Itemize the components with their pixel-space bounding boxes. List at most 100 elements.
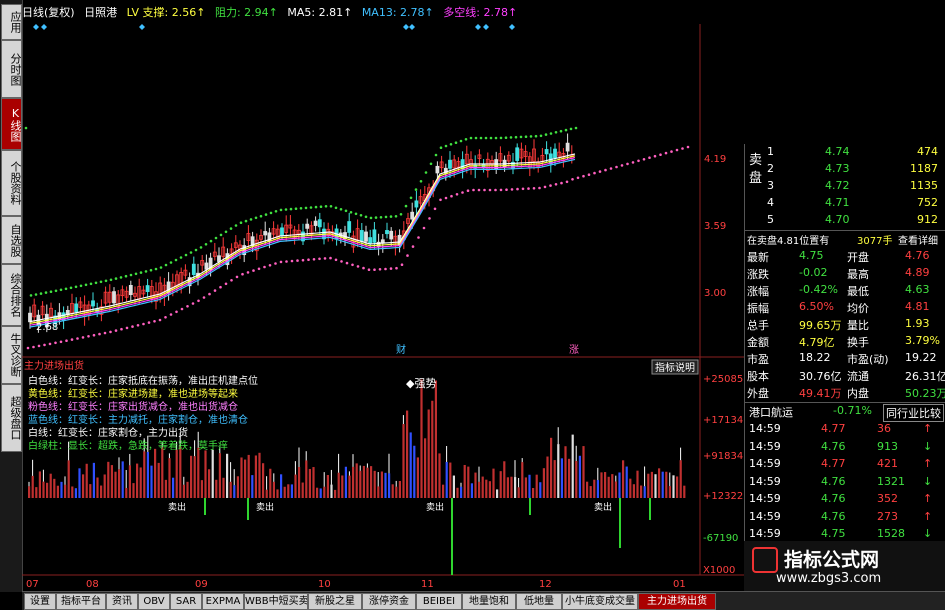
watermark-url: www.zbgs3.com <box>776 571 882 586</box>
indicator-bar <box>139 467 142 498</box>
support-dot <box>69 286 73 290</box>
indicator-tab[interactable]: 小牛底变成交量 <box>562 593 638 610</box>
price-dot <box>532 187 536 190</box>
sell-level-price: 4.72 <box>825 179 850 192</box>
trade-price: 4.76 <box>821 474 846 488</box>
indicator-bar <box>96 477 99 498</box>
indicator-bar <box>211 449 214 498</box>
indicator-bar <box>67 460 70 498</box>
indicator-bar <box>362 465 365 498</box>
price-dot <box>483 188 486 192</box>
indicator-bar <box>607 476 610 498</box>
stat-row: 外盘 49.41万 内盘 50.23万 <box>745 384 945 401</box>
order-info-volume: 3077手 <box>857 236 893 247</box>
indicator-bar <box>175 449 178 498</box>
price-dot <box>257 267 261 271</box>
indicator-bar <box>348 475 351 498</box>
sell-level-row[interactable]: 4 4.71 752 <box>745 195 945 212</box>
indicator-bar <box>107 461 110 498</box>
indicator-tab[interactable]: 指标平台 <box>56 593 106 610</box>
trade-row: 14:59 4.77 36 ↑ <box>745 421 945 438</box>
price-dot <box>686 145 690 149</box>
indicator-bar <box>118 469 121 498</box>
sell-level-row[interactable]: 2 4.73 1187 <box>745 161 945 178</box>
order-detail-link[interactable]: 查看详细 <box>898 232 938 247</box>
indicator-tab[interactable]: 资讯 <box>106 593 138 610</box>
indicator-explain-button[interactable]: 指标说明 <box>651 359 699 375</box>
sell-level-row[interactable]: 5 4.70 912 <box>745 212 945 229</box>
price-dot <box>395 266 398 270</box>
legend-line: 蓝色线：红变长：主力减托，庄家割仓，准也清仓 <box>28 413 248 426</box>
indicator-bar <box>488 481 491 498</box>
sell-signal-label: 卖出 <box>594 501 612 513</box>
candle-body <box>414 200 419 208</box>
price-dot <box>224 282 228 286</box>
price-dot <box>637 159 640 163</box>
stat-value: 4.81 <box>905 300 930 313</box>
stat-label: 内盘 <box>847 387 869 400</box>
indicator-bar <box>110 465 113 498</box>
indicator-bar <box>604 472 607 498</box>
trade-time: 14:59 <box>749 439 781 453</box>
price-dot <box>268 264 272 267</box>
trade-time: 14:59 <box>749 474 781 488</box>
support-dot <box>144 270 148 273</box>
price-dot <box>81 336 85 339</box>
sell-signal-label: 卖出 <box>256 501 274 513</box>
indicator-bar <box>251 475 254 498</box>
sell-level-volume: 752 <box>917 196 938 209</box>
price-dot <box>323 257 327 260</box>
sell-level-row[interactable]: 1 4.74 474 <box>745 144 945 161</box>
trade-row: 14:59 4.76 1321 ↓ <box>745 474 945 491</box>
candle-body <box>565 142 570 152</box>
indicator-bar <box>78 468 81 498</box>
indicator-tab[interactable]: 设置 <box>24 593 56 610</box>
price-dot <box>87 335 90 338</box>
indicator-tab[interactable]: 低地量 <box>516 593 562 610</box>
indicator-tab[interactable]: OBV <box>138 593 170 610</box>
indicator-bar <box>427 409 430 498</box>
support-dot <box>534 134 538 138</box>
compare-industry-button[interactable]: 同行业比较 <box>883 404 944 422</box>
indicator-bar <box>593 479 596 498</box>
support-dot <box>264 213 268 216</box>
indicator-tab[interactable]: 新股之星 <box>308 593 362 610</box>
support-dot <box>489 136 493 140</box>
indicator-bar <box>456 487 459 498</box>
candle-body <box>515 147 520 161</box>
candle-body <box>28 312 32 323</box>
support-dot <box>189 251 193 254</box>
price-dot <box>648 156 651 159</box>
indicator-bar <box>334 489 337 498</box>
trade-time: 14:59 <box>749 527 781 540</box>
support-dot <box>444 144 448 148</box>
indicator-tab[interactable]: EXPMA <box>202 593 244 610</box>
support-dot <box>499 136 503 140</box>
candle-body <box>280 227 284 236</box>
indicator-bar <box>218 453 221 498</box>
indicator-tab[interactable]: WBB中短买卖 <box>244 593 308 610</box>
indicator-tab[interactable]: 涨停资金 <box>362 593 416 610</box>
sector-name[interactable]: 港口航运 <box>749 404 793 420</box>
price-dot <box>279 260 283 264</box>
indicator-tab[interactable]: 主力进场出货 <box>638 593 716 610</box>
stat-label: 最高 <box>847 268 869 281</box>
price-dot <box>334 258 338 262</box>
sell-signal-label: 卖出 <box>426 501 444 513</box>
candle-body <box>145 285 150 293</box>
trade-time: 14:59 <box>749 509 781 523</box>
indicator-bar <box>49 473 52 498</box>
support-dot <box>559 129 563 133</box>
indicator-bar <box>28 486 31 498</box>
sell-level-row[interactable]: 3 4.72 1135 <box>745 178 945 195</box>
price-dot <box>70 338 74 341</box>
price-dot <box>142 322 145 326</box>
stat-row: 振幅 6.50% 均价 4.81 <box>745 299 945 316</box>
price-dot <box>241 272 244 276</box>
price-dot <box>494 188 497 192</box>
indicator-bar <box>265 489 268 498</box>
stat-label: 最低 <box>847 285 869 298</box>
indicator-tab[interactable]: SAR <box>170 593 202 610</box>
indicator-tab[interactable]: BEIBEI <box>416 593 462 610</box>
indicator-tab[interactable]: 地量饱和 <box>462 593 516 610</box>
